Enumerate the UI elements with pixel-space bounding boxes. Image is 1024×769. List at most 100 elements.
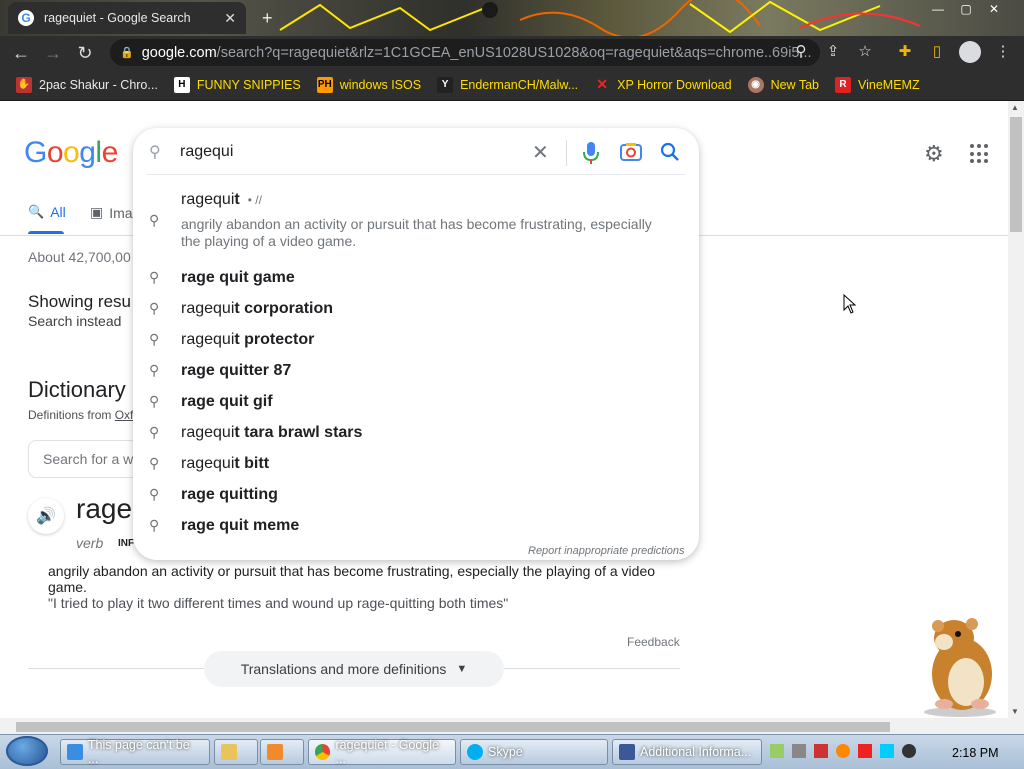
mouse-cursor-icon: [843, 294, 857, 314]
search-submit-icon[interactable]: [660, 142, 680, 162]
scroll-up-arrow-icon[interactable]: ▲: [1011, 103, 1019, 112]
chevron-down-icon: ▼: [456, 663, 468, 675]
minimize-button[interactable]: —: [924, 0, 952, 18]
suggestion-item[interactable]: ⚲ rage quit gif: [149, 386, 689, 417]
suggestion-text: rage quit game: [181, 268, 295, 286]
horizontal-scrollbar-thumb[interactable]: [16, 722, 890, 732]
start-button-icon[interactable]: [6, 736, 48, 766]
extensions-puzzle-icon[interactable]: ✚: [894, 42, 916, 60]
bookmark-star-icon[interactable]: ☆: [854, 42, 876, 60]
microphone-icon[interactable]: [582, 141, 600, 165]
bookmark-item[interactable]: ◉ New Tab: [747, 76, 819, 93]
active-tab-underline: [28, 231, 64, 234]
tray-icon[interactable]: [880, 744, 894, 758]
folder-icon: [221, 744, 237, 760]
url-path: /search?q=ragequiet&rlz=1C1GCEA_enUS1028…: [216, 44, 812, 61]
tray-icon[interactable]: [836, 744, 850, 758]
suggestion-item[interactable]: ⚲ ragequit corporation: [149, 293, 689, 324]
tray-icon[interactable]: [770, 744, 784, 758]
suggestion-item[interactable]: ⚲ rage quit meme: [149, 510, 689, 541]
result-stats: About 42,700,00: [28, 249, 131, 265]
bookmark-item[interactable]: ✕ XP Horror Download: [594, 76, 731, 93]
bookmark-item[interactable]: R VineMEMZ: [835, 76, 920, 93]
dictionary-search-placeholder: Search for a w: [43, 451, 134, 467]
profile-avatar-icon[interactable]: [959, 41, 981, 63]
kebab-menu-icon[interactable]: ⋮: [992, 42, 1014, 60]
window-controls: — ▢ ✕: [924, 0, 1008, 18]
search-icon: ⚲: [149, 300, 160, 316]
restore-button[interactable]: ▢: [952, 0, 980, 18]
informal-badge: INF: [118, 538, 135, 549]
tab-title: ragequiet - Google Search: [44, 11, 191, 25]
suggestion-text: rage quit meme: [181, 516, 300, 534]
hand-icon: ✋: [16, 76, 32, 93]
suggestion-item[interactable]: ⚲ rage quitter 87: [149, 355, 689, 386]
search-icon: ⚲: [149, 212, 160, 228]
forward-arrow-icon[interactable]: →: [42, 42, 64, 64]
dictionary-word: rage: [76, 493, 133, 524]
oxford-link[interactable]: Oxf: [115, 408, 134, 422]
browser-tab-active[interactable]: G ragequiet - Google Search ✕: [8, 2, 246, 34]
taskbar-button[interactable]: [214, 739, 258, 765]
showing-results-text: Showing resu: [28, 292, 132, 311]
bookmark-item[interactable]: Y EndermanCH/Malw...: [437, 76, 578, 93]
camera-lens-icon[interactable]: [620, 142, 642, 162]
suggestion-top[interactable]: ragequit • //: [181, 191, 262, 209]
tray-icon[interactable]: [902, 744, 916, 758]
feedback-link[interactable]: Feedback: [627, 635, 680, 649]
clear-icon[interactable]: ✕: [532, 140, 549, 165]
taskbar-button[interactable]: This page can't be ...: [60, 738, 210, 766]
search-input[interactable]: ragequi: [180, 143, 233, 161]
scroll-down-arrow-icon[interactable]: ▼: [1011, 707, 1019, 716]
tab-close-icon[interactable]: ✕: [224, 10, 236, 27]
suggestion-item[interactable]: ⚲ ragequit protector: [149, 324, 689, 355]
dictionary-heading: Dictionary: [28, 377, 126, 402]
tab-images[interactable]: ▣ Ima: [90, 204, 133, 221]
taskbar-button[interactable]: [260, 739, 304, 765]
tab-all[interactable]: 🔍 All: [28, 204, 66, 220]
address-bar[interactable]: 🔒 google.com/search?q=ragequiet&rlz=1C1G…: [110, 39, 820, 66]
back-arrow-icon[interactable]: ←: [10, 42, 32, 64]
google-logo[interactable]: Google: [24, 136, 118, 170]
report-predictions-link[interactable]: Report inappropriate predictions: [528, 545, 685, 557]
tray-icon[interactable]: [858, 744, 872, 758]
side-panel-icon[interactable]: ▯: [926, 42, 948, 60]
reload-icon[interactable]: ↻: [74, 42, 96, 64]
search-icon: ⚲: [149, 362, 160, 378]
location-pin-icon[interactable]: ⚲: [790, 42, 812, 60]
search-icon: ⚲: [149, 331, 160, 347]
taskbar-clock: 2:18 PM: [952, 746, 999, 760]
search-icon: ⚲: [149, 517, 160, 533]
window-icon: [619, 744, 635, 760]
r-icon: R: [835, 76, 851, 93]
media-icon: [267, 744, 283, 760]
taskbar-button-active[interactable]: ragequiet - Google ...: [308, 738, 456, 766]
suggestion-item[interactable]: ⚲ ragequit tara brawl stars: [149, 417, 689, 448]
share-icon[interactable]: ⇪: [822, 42, 844, 60]
system-tray: [770, 744, 916, 758]
suggestion-item[interactable]: ⚲ rage quitting: [149, 479, 689, 510]
bookmark-item[interactable]: PH windows ISOS: [316, 76, 421, 93]
tray-icon[interactable]: [814, 744, 828, 758]
search-icon: ⚲: [149, 424, 160, 440]
search-icon: ⚲: [149, 144, 161, 161]
taskbar-button[interactable]: Skype: [460, 739, 608, 765]
url-domain: google.com: [141, 44, 217, 61]
bookmark-item[interactable]: H FUNNY SNIPPIES: [173, 76, 301, 93]
tray-icon[interactable]: [792, 744, 806, 758]
new-tab-button[interactable]: +: [262, 8, 273, 29]
suggestion-item[interactable]: ⚲ ragequit bitt: [149, 448, 689, 479]
example-text: "I tried to play it two different times …: [48, 595, 509, 611]
speaker-icon[interactable]: 🔊: [28, 498, 64, 534]
window-close-button[interactable]: ✕: [980, 0, 1008, 18]
yt-icon: Y: [437, 76, 454, 93]
bookmark-item[interactable]: ✋ 2pac Shakur - Chro...: [16, 76, 158, 93]
search-instead-text: Search instead: [28, 313, 122, 329]
hamster-desktop-pet[interactable]: [914, 612, 1006, 718]
apps-grid-icon[interactable]: [970, 144, 990, 164]
scrollbar-thumb[interactable]: [1010, 117, 1022, 232]
suggestion-item[interactable]: ⚲ rage quit game: [149, 262, 689, 293]
translations-button[interactable]: Translations and more definitions ▼: [204, 651, 504, 687]
taskbar-button[interactable]: Additional Informa...: [612, 739, 762, 765]
settings-gear-icon[interactable]: ⚙: [924, 141, 944, 167]
